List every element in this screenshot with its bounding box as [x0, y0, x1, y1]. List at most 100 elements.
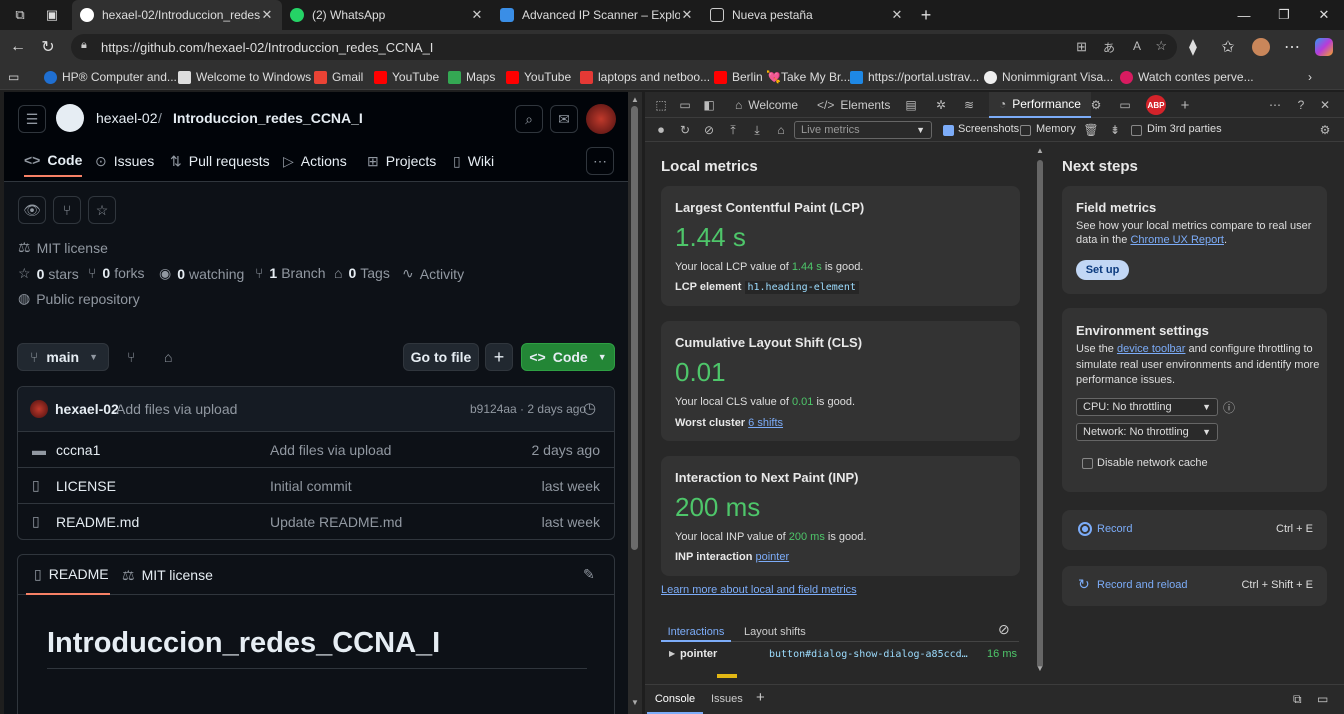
favorite-star-icon[interactable]: ☆: [1155, 38, 1167, 54]
close-tab-icon[interactable]: ✕: [680, 7, 694, 23]
inbox-icon[interactable]: ✉: [550, 105, 578, 133]
set-up-button[interactable]: Set up: [1076, 260, 1129, 280]
commit-hash-time[interactable]: b9124aa · 2 days ago: [470, 402, 586, 416]
go-to-file-button[interactable]: Go to file: [403, 343, 479, 371]
close-devtools-icon[interactable]: ✕: [1317, 97, 1333, 113]
cpu-throttling-select[interactable]: CPU: No throttling ▼: [1076, 398, 1218, 416]
fork-icon[interactable]: ⑂: [53, 196, 81, 224]
device-toolbar-link[interactable]: device toolbar: [1117, 343, 1186, 355]
star-icon[interactable]: ☆: [88, 196, 116, 224]
network-throttling-select[interactable]: Network: No throttling ▼: [1076, 423, 1218, 441]
branches-icon[interactable]: ⑂: [127, 349, 135, 365]
commit-author[interactable]: hexael-02: [55, 401, 119, 417]
dock-drawer-icon[interactable]: ▭: [1317, 692, 1328, 706]
learn-more-link[interactable]: Learn more about local and field metrics: [661, 584, 857, 596]
github-scrollbar[interactable]: ▲ ▼: [628, 92, 642, 714]
devtools-menu-icon[interactable]: ⋯: [1267, 97, 1283, 113]
dim-3rd-parties-checkbox[interactable]: [1131, 125, 1142, 136]
split-screen-icon[interactable]: ⊞: [1076, 39, 1087, 55]
application-icon[interactable]: ▭: [1117, 97, 1133, 113]
translate-icon[interactable]: あ: [1103, 39, 1115, 56]
lcp-element-node[interactable]: h1.heading-element: [744, 281, 859, 294]
inspect-element-icon[interactable]: ⬚: [653, 97, 669, 113]
address-bar[interactable]: 🔒︎ https://github.com/hexael-02/Introduc…: [71, 34, 1177, 60]
copilot-icon[interactable]: [1312, 35, 1336, 59]
refresh-icon[interactable]: ↻: [36, 35, 60, 59]
adblock-plus-icon[interactable]: ABP: [1146, 95, 1166, 115]
bookmark-item[interactable]: Welcome to Windows: [178, 68, 311, 86]
interaction-row[interactable]: ▶ pointer button#dialog-show-dialog-a85c…: [661, 646, 1019, 666]
expand-triangle-icon[interactable]: ▶: [669, 649, 675, 658]
tab-layout-shifts[interactable]: Layout shifts: [744, 626, 806, 638]
workspaces-icon[interactable]: ⧉: [8, 3, 32, 27]
file-row[interactable]: ▯ LICENSE Initial commit last week: [18, 467, 614, 503]
bookmark-item[interactable]: Maps: [448, 68, 495, 86]
hamburger-menu-icon[interactable]: ☰: [18, 105, 46, 133]
scroll-up-icon[interactable]: ▲: [631, 95, 639, 104]
license-link[interactable]: ⚖ MIT license: [18, 239, 108, 256]
more-bookmarks-chevron-icon[interactable]: ›: [1308, 68, 1312, 86]
add-drawer-tab-icon[interactable]: +: [756, 689, 765, 706]
close-tab-icon[interactable]: ✕: [260, 7, 274, 23]
quick-view-icon[interactable]: ⧉: [1293, 692, 1302, 707]
stars-link[interactable]: ☆ 0 stars: [18, 265, 79, 282]
reload-record-icon[interactable]: ↻: [677, 122, 693, 138]
devtools-tab-performance[interactable]: ◔ Performance: [989, 92, 1091, 118]
device-emulation-icon[interactable]: ▭: [677, 97, 693, 113]
tab-whatsapp[interactable]: (2) WhatsApp ✕: [282, 0, 492, 30]
file-name[interactable]: cccna1: [56, 442, 100, 458]
tab-actions-icon[interactable]: ▣: [40, 3, 64, 27]
code-dropdown-button[interactable]: <> Code ▼: [521, 343, 615, 371]
interaction-target[interactable]: button#dialog-show-dialog-a85ccd…: [769, 649, 968, 660]
new-tab-button[interactable]: +: [914, 3, 938, 27]
commit-message[interactable]: Add files via upload: [116, 401, 237, 417]
close-window-icon[interactable]: ✕: [1304, 0, 1344, 30]
dock-side-icon[interactable]: ◧: [701, 97, 717, 113]
drawer-tab-issues[interactable]: Issues: [711, 693, 743, 705]
read-aloud-icon[interactable]: A: [1133, 39, 1141, 53]
worst-cluster-link[interactable]: 6 shifts: [748, 417, 783, 429]
back-icon[interactable]: ←: [6, 35, 30, 59]
disable-cache-checkbox[interactable]: [1082, 458, 1093, 469]
add-file-button[interactable]: +: [485, 343, 513, 371]
memory-checkbox[interactable]: [1020, 125, 1031, 136]
branch-selector[interactable]: ⑂ main ▼: [17, 343, 109, 371]
record-card[interactable]: Record Ctrl + E: [1062, 510, 1327, 550]
screenshots-checkbox[interactable]: [943, 125, 954, 136]
more-menu-icon[interactable]: ⋯: [1280, 35, 1304, 59]
bookmark-item[interactable]: HP® Computer and...: [44, 68, 177, 86]
file-name[interactable]: LICENSE: [56, 478, 116, 494]
scroll-down-icon[interactable]: ▼: [1036, 664, 1044, 673]
forks-link[interactable]: ⑂ 0 forks: [88, 265, 145, 281]
file-commit-message[interactable]: Add files via upload: [270, 442, 391, 458]
tab-mit-license[interactable]: ⚖ MIT license: [122, 555, 213, 595]
github-logo-icon[interactable]: [56, 104, 84, 132]
drawer-tab-console[interactable]: Console: [647, 685, 703, 714]
profile-avatar[interactable]: [1249, 35, 1273, 59]
tab-github[interactable]: hexael-02/Introduccion_redes_CC ✕: [72, 0, 282, 30]
tab-interactions[interactable]: Interactions: [661, 623, 731, 642]
home-icon[interactable]: ⌂: [773, 122, 789, 138]
settings-gear-icon[interactable]: ⚙: [1088, 97, 1104, 113]
repo-owner-link[interactable]: hexael-02: [96, 110, 158, 126]
live-metrics-select[interactable]: Live metrics ▼: [794, 121, 932, 139]
bookmark-item[interactable]: Gmail: [314, 68, 363, 86]
devtools-tab-welcome[interactable]: ⌂ Welcome: [735, 92, 798, 118]
reading-view-icon[interactable]: ▭: [8, 68, 19, 86]
clear-interactions-icon[interactable]: ⊘: [998, 621, 1010, 638]
bookmark-item[interactable]: Nonimmigrant Visa...: [984, 68, 1113, 86]
user-avatar[interactable]: [586, 104, 616, 134]
bookmark-item[interactable]: YouTube: [374, 68, 439, 86]
repo-name-link[interactable]: Introduccion_redes_CCNA_I: [173, 110, 363, 126]
history-clock-icon[interactable]: ◷: [583, 399, 596, 417]
record-icon[interactable]: ⏺: [653, 122, 669, 138]
scrollbar-thumb[interactable]: [631, 106, 638, 550]
chrome-ux-report-link[interactable]: Chrome UX Report: [1130, 234, 1224, 246]
network-wifi-icon[interactable]: ≋: [961, 97, 977, 113]
minimize-icon[interactable]: —: [1224, 0, 1264, 30]
file-row[interactable]: ▬ cccna1 Add files via upload 2 days ago: [18, 431, 614, 467]
tab-readme[interactable]: ▯ README: [26, 555, 110, 595]
tab-pull-requests[interactable]: ⇅ Pull requests: [170, 145, 270, 177]
branches-link[interactable]: ⑂ 1 Branch: [255, 265, 326, 281]
activity-link[interactable]: ∿ Activity: [402, 265, 464, 282]
